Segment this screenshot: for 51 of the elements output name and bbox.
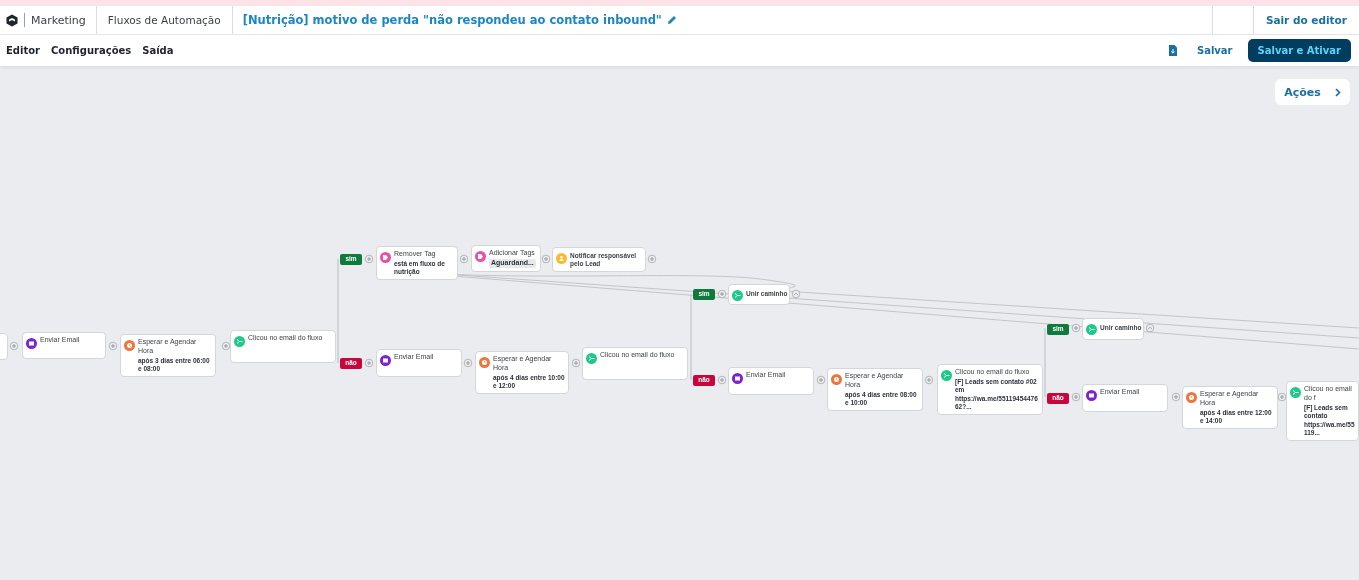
- tag-icon: [475, 251, 486, 262]
- plus-icon[interactable]: [9, 341, 19, 351]
- plus-icon[interactable]: [541, 254, 551, 264]
- chevron-right-icon: [1334, 87, 1341, 97]
- plus-icon[interactable]: [924, 375, 934, 385]
- flow-title: [Nutrição] motivo de perda "não respondeu ao contato inbound": [242, 13, 662, 27]
- clock-icon: [831, 374, 842, 385]
- collapse-icon[interactable]: [791, 289, 801, 299]
- plus-icon[interactable]: [364, 254, 374, 264]
- tab[interactable]: Saída: [142, 45, 174, 56]
- plus-icon[interactable]: [364, 358, 374, 368]
- save-link[interactable]: Salvar: [1196, 45, 1233, 56]
- tag-icon: [380, 252, 391, 263]
- email-icon: [26, 338, 37, 349]
- tab[interactable]: Configurações: [51, 45, 132, 56]
- clock-icon: [479, 357, 490, 368]
- plus-icon[interactable]: [1071, 323, 1081, 333]
- plus-icon[interactable]: [221, 341, 231, 351]
- file-download-icon[interactable]: [1168, 45, 1177, 56]
- merge-icon: [1086, 324, 1097, 335]
- app-name: Marketing: [31, 13, 86, 27]
- exit-editor-link[interactable]: Sair do editor: [1253, 6, 1359, 34]
- email-icon: [380, 355, 391, 366]
- plus-icon[interactable]: [717, 375, 727, 385]
- logo-icon[interactable]: [6, 13, 18, 27]
- plus-icon[interactable]: [571, 358, 581, 368]
- branch-icon: [234, 336, 245, 347]
- collapse-icon[interactable]: [1145, 323, 1155, 333]
- actions-button[interactable]: Ações: [1275, 79, 1350, 105]
- tab[interactable]: Editor: [6, 45, 40, 56]
- plus-icon[interactable]: [1171, 392, 1181, 402]
- person-icon: [556, 253, 567, 264]
- save-activate-button[interactable]: Salvar e Ativar: [1247, 39, 1351, 62]
- branch-icon: [1290, 387, 1301, 398]
- branch-icon: [941, 370, 952, 381]
- branch-icon: [586, 353, 597, 364]
- clock-icon: [1186, 392, 1197, 403]
- plus-icon[interactable]: [647, 254, 657, 264]
- plus-icon[interactable]: [1277, 392, 1287, 402]
- plus-icon[interactable]: [1071, 392, 1081, 402]
- plus-icon[interactable]: [108, 341, 118, 351]
- email-icon: [1086, 390, 1097, 401]
- breadcrumb-link[interactable]: Fluxos de Automação: [96, 6, 233, 34]
- plus-icon[interactable]: [459, 254, 469, 264]
- pencil-icon[interactable]: [666, 15, 677, 25]
- plus-icon[interactable]: [463, 358, 473, 368]
- merge-icon: [732, 290, 743, 301]
- plus-icon[interactable]: [717, 289, 727, 299]
- email-icon: [732, 373, 743, 384]
- plus-icon[interactable]: [816, 375, 826, 385]
- clock-icon: [124, 340, 135, 351]
